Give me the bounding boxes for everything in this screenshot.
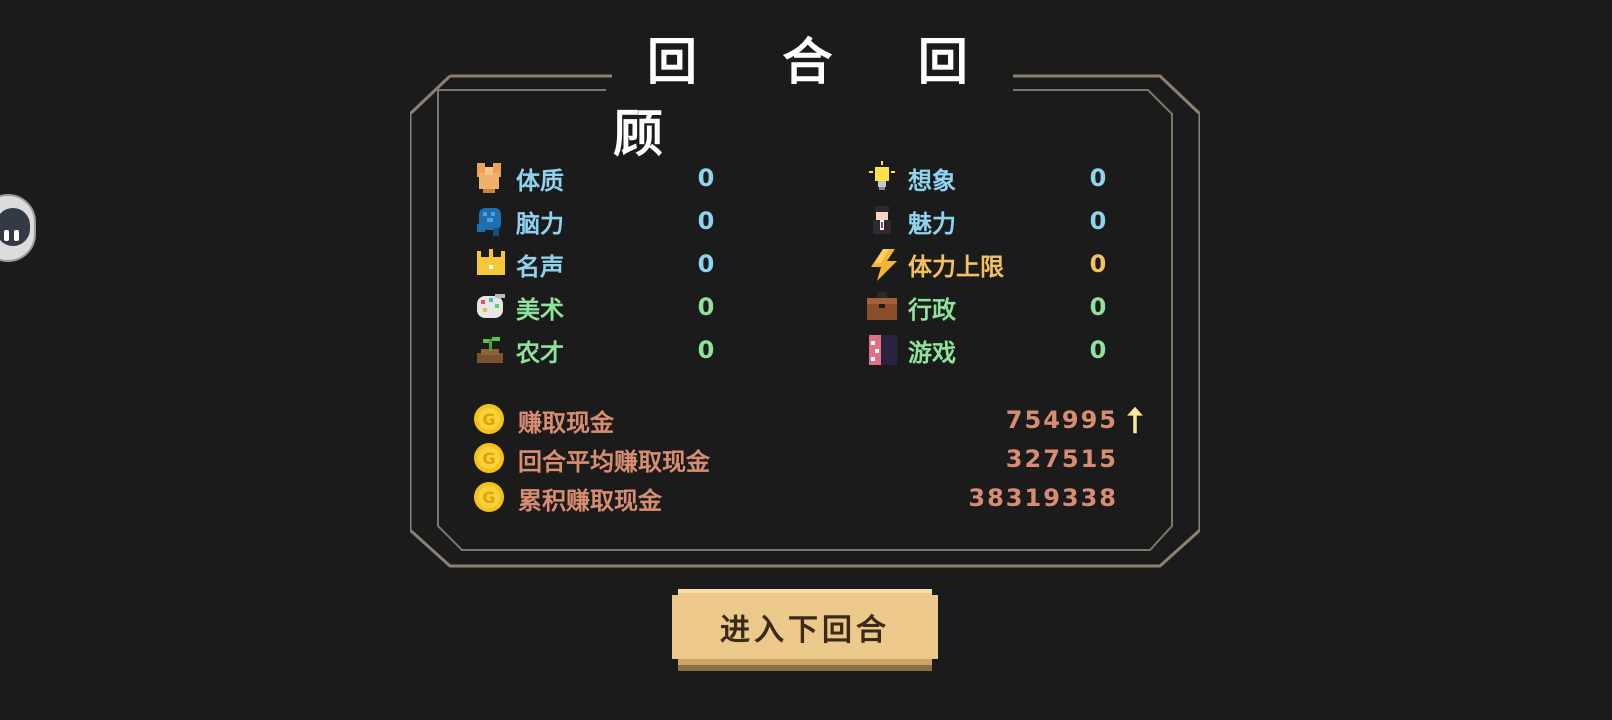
stat-label: 魅力 [908, 209, 956, 238]
assistant-face-icon [0, 208, 30, 246]
stat-row-games: 游戏 0 [864, 330, 1118, 370]
stat-label: 行政 [908, 295, 956, 324]
page-title: 回 合 回 顾 [613, 32, 1013, 163]
money-row-cumulative: G 累积赚取现金 38319338 [472, 478, 1152, 518]
crown-icon [472, 246, 508, 282]
game-cartridge-icon [864, 332, 900, 368]
up-arrow-icon [1118, 403, 1152, 437]
money-amount: 327515 [1005, 445, 1118, 473]
stat-value: 0 [697, 293, 715, 321]
stat-value: 0 [1089, 164, 1107, 192]
money-label: 回合平均赚取现金 [518, 447, 710, 476]
stat-row-imagination: 想象 0 [864, 158, 1118, 198]
stat-value: 0 [1089, 207, 1107, 235]
stat-row-art: 美术 0 [472, 287, 726, 327]
flexed-arm-icon [472, 160, 508, 196]
stat-row-fame: 名声 0 [472, 244, 726, 284]
stat-row-stamina_cap: 体力上限 0 [864, 244, 1118, 284]
brain-icon [472, 203, 508, 239]
stat-value: 0 [697, 336, 715, 364]
floating-assistant-button[interactable] [0, 194, 36, 262]
next-round-button[interactable]: 进入下回合 [672, 589, 938, 673]
money-label: 累积赚取现金 [518, 486, 662, 515]
stat-label: 体力上限 [908, 252, 1004, 281]
stat-row-farming: 农才 0 [472, 330, 726, 370]
stat-value: 0 [697, 250, 715, 278]
money-row-earned: G 赚取现金 754995 [472, 400, 1152, 440]
lightbulb-icon [864, 160, 900, 196]
stat-value: 0 [1089, 250, 1107, 278]
stat-label: 美术 [516, 295, 564, 324]
stat-label: 游戏 [908, 338, 956, 367]
money-label: 赚取现金 [518, 408, 614, 437]
svg-text:G: G [482, 410, 495, 429]
stat-value: 0 [697, 207, 715, 235]
stat-row-physique: 体质 0 [472, 158, 726, 198]
stat-value: 0 [697, 164, 715, 192]
briefcase-icon [864, 289, 900, 325]
stat-row-admin: 行政 0 [864, 287, 1118, 327]
svg-text:G: G [482, 488, 495, 507]
sprout-icon [472, 332, 508, 368]
coin-icon: G [472, 441, 508, 477]
lightning-icon [864, 246, 900, 282]
palette-icon [472, 289, 508, 325]
stat-label: 脑力 [516, 209, 564, 238]
stat-row-charm: 魅力 0 [864, 201, 1118, 241]
stat-label: 想象 [908, 166, 956, 195]
money-amount: 754995 [1005, 406, 1118, 434]
stat-value: 0 [1089, 293, 1107, 321]
coin-icon: G [472, 480, 508, 516]
svg-text:G: G [482, 449, 495, 468]
person-icon [864, 203, 900, 239]
stat-value: 0 [1089, 336, 1107, 364]
coin-icon: G [472, 402, 508, 438]
next-round-label: 进入下回合 [720, 614, 890, 647]
money-row-average: G 回合平均赚取现金 327515 [472, 439, 1152, 479]
stat-label: 农才 [516, 338, 564, 367]
stat-label: 体质 [516, 166, 564, 195]
stat-row-brainpower: 脑力 0 [472, 201, 726, 241]
money-amount: 38319338 [968, 484, 1118, 512]
stat-label: 名声 [516, 252, 564, 281]
